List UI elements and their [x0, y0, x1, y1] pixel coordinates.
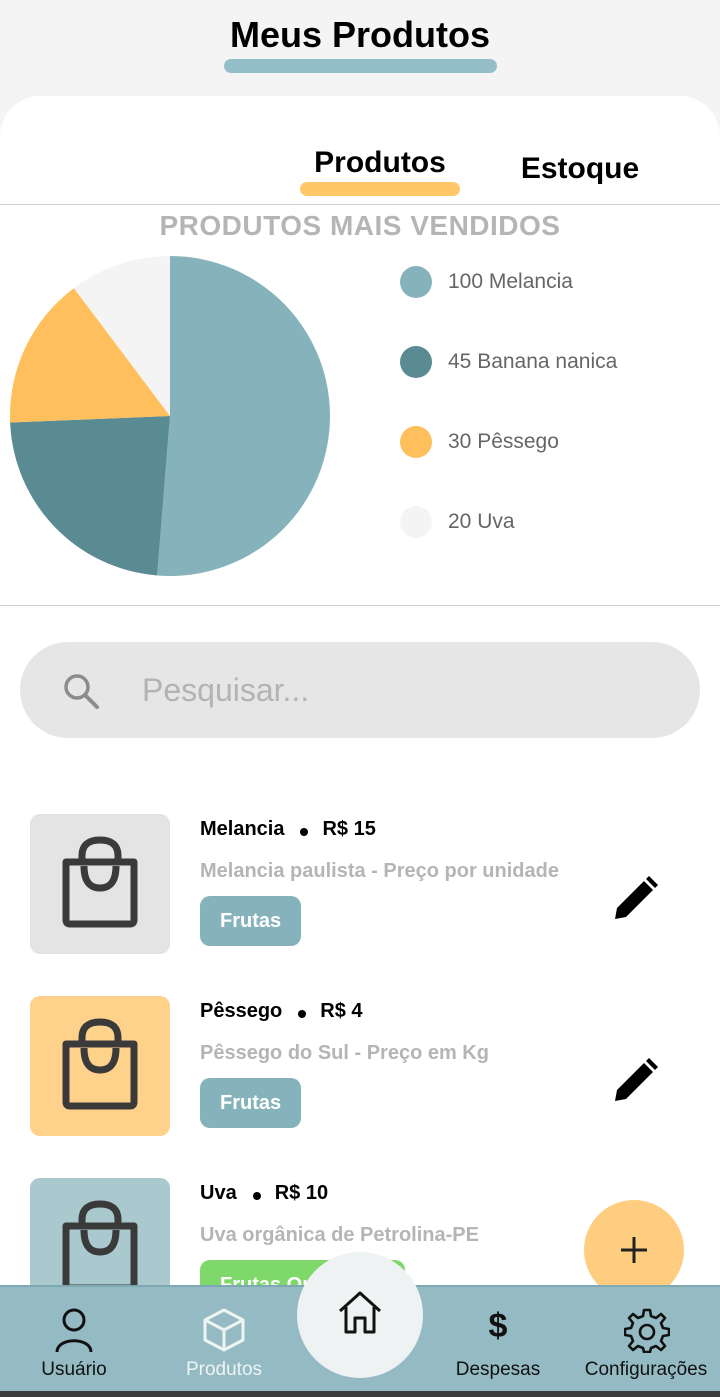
tab-estoque[interactable]: Estoque: [500, 152, 660, 186]
nav-item-configuracoes[interactable]: Configurações: [580, 1287, 712, 1397]
product-price: R$ 10: [274, 1182, 329, 1205]
separator-dot: [300, 827, 309, 836]
header: Meus Produtos: [0, 0, 720, 96]
edit-product-button[interactable]: [612, 876, 658, 922]
nav-item-home[interactable]: [297, 1252, 423, 1378]
product-price: R$ 4: [320, 1000, 363, 1023]
product-description: Melancia paulista - Preço por unidade: [200, 860, 559, 882]
tabs-divider: [0, 204, 720, 205]
nav-label-usuario: Usuário: [41, 1359, 107, 1380]
nav-item-usuario[interactable]: Usuário: [20, 1287, 128, 1397]
app-screen: Meus Produtos Produtos Estoque PRODUTOS …: [0, 0, 720, 1397]
pencil-icon: [615, 876, 658, 919]
product-category-tag: Frutas: [200, 1078, 302, 1128]
pie-slice-banana-nanica: [10, 416, 170, 576]
nav-label-configuracoes: Configurações: [584, 1359, 708, 1380]
product-category-tag: Frutas: [200, 896, 302, 946]
legend-label: 20 Uva: [448, 510, 515, 533]
separator-dot: [252, 1191, 261, 1200]
legend-swatch: [400, 426, 432, 458]
home-icon: [338, 1291, 382, 1334]
title-underline: [224, 59, 497, 73]
product-name: Pêssego: [200, 1000, 283, 1023]
chart-title: PRODUTOS MAIS VENDIDOS: [159, 210, 561, 241]
pie-slice-melancia: [157, 256, 330, 576]
chart-divider: [0, 605, 720, 606]
main-card: Produtos Estoque PRODUTOS MAIS VENDIDOS …: [0, 96, 720, 1397]
legend-label: 45 Banana nanica: [448, 350, 618, 373]
legend-swatch: [400, 506, 432, 538]
shopping-bag-icon: [62, 836, 138, 928]
product-name: Melancia: [200, 818, 285, 841]
plus-icon: [621, 1237, 647, 1263]
nav-item-produtos[interactable]: Produtos: [172, 1287, 276, 1397]
product-header: Melancia R$ 15: [200, 818, 376, 841]
box-icon: [203, 1308, 245, 1352]
product-thumbnail: [30, 814, 170, 954]
tab-produtos[interactable]: Produtos: [300, 146, 460, 180]
legend-swatch: [400, 346, 432, 378]
nav-label-despesas: Despesas: [455, 1359, 541, 1380]
product-header: Pêssego R$ 4: [200, 1000, 363, 1023]
legend-swatch: [400, 266, 432, 298]
edit-product-button[interactable]: [612, 1058, 658, 1104]
pie-chart: [10, 256, 330, 576]
legend-item: 45 Banana nanica: [400, 346, 700, 378]
user-icon: [55, 1308, 93, 1353]
shopping-bag-icon: [62, 1018, 138, 1110]
shopping-bag-icon: [62, 1200, 138, 1292]
product-row[interactable]: Pêssego R$ 4 Pêssego do Sul - Preço em Kg F…: [0, 996, 720, 1146]
nav-label-produtos: Produtos: [185, 1359, 263, 1380]
product-price: R$ 15: [322, 818, 376, 841]
legend-label: 100 Melancia: [448, 270, 573, 293]
search-input[interactable]: [142, 666, 662, 714]
product-description: Pêssego do Sul - Preço em Kg: [200, 1042, 489, 1064]
product-name: Uva: [200, 1182, 237, 1205]
search-bar[interactable]: [20, 642, 700, 738]
legend-item: 20 Uva: [400, 506, 700, 538]
page-title: Meus Produtos: [229, 14, 490, 55]
dollar-icon: $: [488, 1307, 508, 1345]
search-icon: [64, 674, 99, 709]
product-thumbnail: [30, 996, 170, 1136]
legend-item: 30 Pêssego: [400, 426, 700, 458]
product-description: Uva orgânica de Petrolina-PE: [200, 1224, 479, 1246]
gear-icon: [624, 1308, 670, 1353]
separator-dot: [298, 1009, 307, 1018]
product-header: Uva R$ 10: [200, 1182, 328, 1205]
tab-active-indicator: [300, 182, 460, 196]
nav-item-despesas[interactable]: $ Despesas: [446, 1287, 550, 1397]
legend-label: 30 Pêssego: [448, 430, 559, 453]
pencil-icon: [615, 1058, 658, 1101]
product-row[interactable]: Melancia R$ 15 Melancia paulista - Preço p…: [0, 814, 720, 964]
legend-item: 100 Melancia: [400, 266, 700, 298]
system-bar: [0, 1391, 720, 1397]
